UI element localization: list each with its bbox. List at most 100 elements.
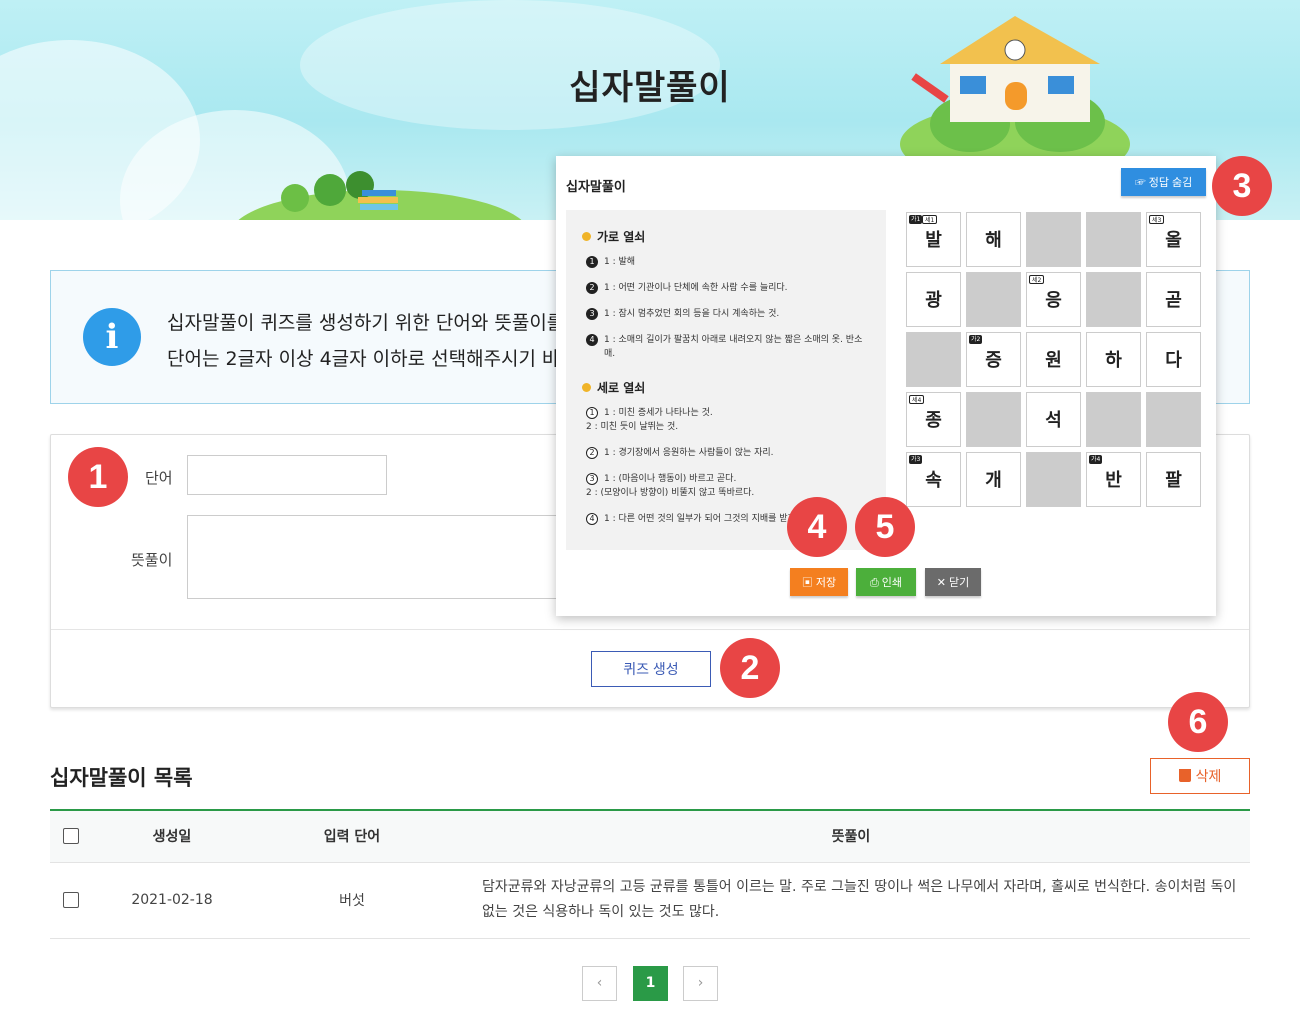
callout-2: 2 bbox=[720, 638, 780, 698]
callout-5: 5 bbox=[855, 497, 915, 557]
grid-cell-letter: 반 bbox=[1105, 470, 1122, 491]
grid-cell-letter: 해 bbox=[985, 230, 1002, 251]
grid-cell[interactable]: 반 가4 bbox=[1086, 452, 1141, 507]
close-label: 닫기 bbox=[949, 577, 970, 589]
floppy-icon: ▣ bbox=[801, 577, 816, 589]
hint-number: 1 bbox=[586, 256, 598, 268]
grid-cell[interactable]: 팔 bbox=[1146, 452, 1201, 507]
delete-button[interactable]: 삭제 bbox=[1150, 758, 1250, 794]
list-title: 십자말풀이 목록 bbox=[50, 766, 193, 790]
row-checkbox[interactable] bbox=[63, 892, 79, 908]
grid-cell[interactable]: 개 bbox=[966, 452, 1021, 507]
bushes-books-illustration bbox=[281, 171, 398, 212]
grid-cell[interactable]: 발 가1 세1 bbox=[906, 212, 961, 267]
printer-icon: ⎙ bbox=[869, 577, 882, 589]
across-clue-tag: 가3 bbox=[909, 455, 923, 464]
print-button[interactable]: ⎙ 인쇄 bbox=[856, 568, 916, 596]
hint-number: 4 bbox=[586, 334, 598, 346]
hint-text: 1 : 잠시 멈추었던 회의 등을 다시 계속하는 것. bbox=[604, 309, 780, 319]
grid-cell[interactable]: 해 bbox=[966, 212, 1021, 267]
next-page-button[interactable]: › bbox=[683, 966, 718, 1001]
grid-cell-blocked bbox=[906, 332, 961, 387]
hint-item: 3 1 : 잠시 멈추었던 회의 등을 다시 계속하는 것. bbox=[582, 307, 870, 321]
grid-cell-blocked bbox=[966, 272, 1021, 327]
hint-item: 1 1 : 발해 bbox=[582, 255, 870, 269]
grid-cell-letter: 응 bbox=[1045, 290, 1062, 311]
word-input[interactable] bbox=[187, 455, 387, 495]
grid-cell[interactable]: 석 bbox=[1026, 392, 1081, 447]
down-clue-tag: 세2 bbox=[1029, 275, 1045, 284]
grid-cell[interactable]: 응 세2 bbox=[1026, 272, 1081, 327]
grid-cell-letter: 하 bbox=[1105, 350, 1122, 371]
across-title-text: 가로 열쇠 bbox=[597, 230, 646, 244]
grid-cell-letter: 속 bbox=[925, 470, 942, 491]
hand-pointer-icon: ☞ bbox=[1134, 177, 1149, 189]
grid-cell-blocked bbox=[1026, 452, 1081, 507]
grid-cell[interactable]: 속 가3 bbox=[906, 452, 961, 507]
grid-cell[interactable]: 원 bbox=[1026, 332, 1081, 387]
grid-cell-letter: 다 bbox=[1165, 350, 1182, 371]
across-clue-tag: 가4 bbox=[1089, 455, 1103, 464]
across-title: 가로 열쇠 bbox=[582, 228, 870, 245]
hint-item: 2 1 : 어떤 기관이나 단체에 속한 사람 수를 늘리다. bbox=[582, 281, 870, 295]
hint-item: 1 1 : 미친 증세가 나타나는 것. 2 : 미친 듯이 날뛰는 것. bbox=[582, 406, 870, 434]
grid-cell-blocked bbox=[966, 392, 1021, 447]
prev-page-button[interactable]: ‹ bbox=[582, 966, 617, 1001]
callout-3: 3 bbox=[1212, 156, 1272, 216]
page-title: 십자말풀이 bbox=[569, 68, 731, 108]
close-icon: ✕ bbox=[936, 577, 950, 589]
grid-cell-letter: 광 bbox=[925, 290, 942, 311]
hint-number: 3 bbox=[586, 308, 598, 320]
grid-cell[interactable]: 광 bbox=[906, 272, 961, 327]
info-text: 십자말풀이 퀴즈를 생성하기 위한 단어와 뜻풀이를 단어는 2글자 이상 4글… bbox=[167, 305, 564, 377]
down-title: 세로 열쇠 bbox=[582, 379, 870, 396]
meaning-textarea[interactable] bbox=[187, 515, 587, 599]
callout-1: 1 bbox=[68, 447, 128, 507]
row-word: 버섯 bbox=[252, 862, 452, 939]
table-header-row: 생성일 입력 단어 뜻풀이 bbox=[50, 809, 1250, 863]
grid-cell[interactable]: 다 bbox=[1146, 332, 1201, 387]
select-all-checkbox[interactable] bbox=[63, 828, 79, 845]
hide-answer-label: 정답 숨김 bbox=[1148, 177, 1193, 189]
print-label: 인쇄 bbox=[881, 577, 903, 589]
info-line-1: 십자말풀이 퀴즈를 생성하기 위한 단어와 뜻풀이를 bbox=[167, 312, 565, 334]
grid-cell-letter: 종 bbox=[925, 410, 942, 431]
hint-text: 1 : 미친 증세가 나타나는 것. bbox=[604, 408, 713, 418]
grid-cell[interactable]: 하 bbox=[1086, 332, 1141, 387]
quiz-list-table: 생성일 입력 단어 뜻풀이 2021-02-18 버섯 담자균류와 자낭균류의 … bbox=[50, 809, 1250, 939]
across-clue-tag: 가1 bbox=[909, 215, 923, 224]
hint-number: 1 bbox=[586, 407, 598, 419]
grid-cell-letter: 발 bbox=[925, 230, 942, 251]
hint-text: 1 : 다른 어떤 것의 일부가 되어 그것의 지배를 받거나 bbox=[604, 514, 805, 524]
hints-panel: 가로 열쇠 1 1 : 발해 2 1 : 어떤 기관이나 단체에 속한 사람 수를 늘… bbox=[566, 210, 886, 550]
grid-cell-blocked bbox=[1026, 212, 1081, 267]
grid-cell-letter: 원 bbox=[1045, 350, 1062, 371]
modal-title: 십자말풀이 bbox=[566, 180, 626, 195]
hint-item: 31 : (마음이나 행동이) 바르고 곧다. 2 : (모양이나 방향이) 비뚤… bbox=[582, 472, 870, 500]
word-label: 단어 bbox=[145, 469, 173, 487]
delete-button-label: 삭제 bbox=[1195, 768, 1222, 784]
row-select-cell bbox=[50, 862, 92, 939]
down-title-text: 세로 열쇠 bbox=[597, 381, 646, 395]
hint-number: 2 bbox=[586, 282, 598, 294]
grid-cell-letter: 올 bbox=[1165, 230, 1182, 251]
grid-cell[interactable]: 증 가2 bbox=[966, 332, 1021, 387]
grid-cell[interactable]: 올 세3 bbox=[1146, 212, 1201, 267]
select-all-cell bbox=[50, 809, 92, 863]
table-row[interactable]: 2021-02-18 버섯 담자균류와 자낭균류의 고등 균류를 통틀어 이르는… bbox=[50, 862, 1250, 939]
save-button[interactable]: ▣ 저장 bbox=[790, 568, 848, 596]
hide-answer-button[interactable]: ☞ 정답 숨김 bbox=[1121, 168, 1206, 196]
save-label: 저장 bbox=[815, 577, 837, 589]
across-clue-tag: 가2 bbox=[969, 335, 983, 344]
row-meaning: 담자균류와 자낭균류의 고등 균류를 통틀어 이르는 말. 주로 그늘진 땅이나… bbox=[452, 862, 1250, 939]
grid-cell[interactable]: 곧 bbox=[1146, 272, 1201, 327]
create-quiz-button[interactable]: 퀴즈 생성 bbox=[591, 651, 711, 687]
key-icon bbox=[582, 383, 591, 392]
col-word: 입력 단어 bbox=[252, 809, 452, 863]
close-button[interactable]: ✕ 닫기 bbox=[925, 568, 981, 596]
page-1-button[interactable]: 1 bbox=[633, 966, 668, 1001]
down-clue-tag: 세3 bbox=[1149, 215, 1165, 224]
grid-cell[interactable]: 종 세4 bbox=[906, 392, 961, 447]
col-date: 생성일 bbox=[92, 809, 252, 863]
callout-6: 6 bbox=[1168, 692, 1228, 752]
